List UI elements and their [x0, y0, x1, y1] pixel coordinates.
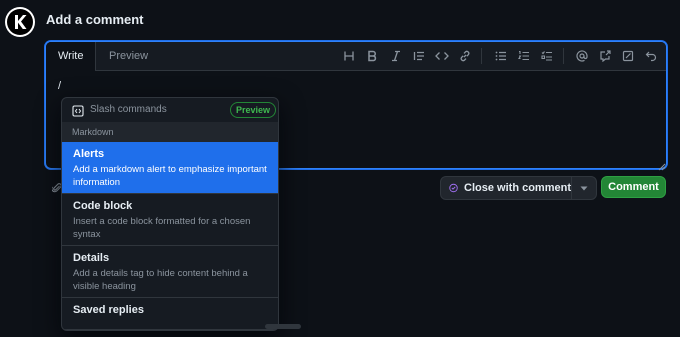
close-options-dropdown[interactable]: [572, 177, 596, 199]
comment-button[interactable]: Comment: [601, 176, 666, 198]
menu-item-alerts[interactable]: Alerts Add a markdown alert to emphasize…: [62, 142, 278, 194]
resize-handle[interactable]: [658, 158, 666, 171]
menu-item-description: Add a markdown alert to emphasize import…: [73, 164, 267, 188]
avatar[interactable]: [5, 7, 35, 37]
editor-text: /: [58, 80, 62, 92]
ordered-list-icon[interactable]: [516, 48, 532, 64]
mention-icon[interactable]: [574, 48, 590, 64]
avatar-logo: [7, 9, 33, 35]
editor-header: Write Preview: [46, 42, 666, 71]
close-with-comment-button[interactable]: Close with comment: [441, 177, 572, 199]
unordered-list-icon[interactable]: [493, 48, 509, 64]
menu-item-description: Add a details tag to hide content behind…: [73, 268, 248, 292]
menu-item-saved-replies[interactable]: Saved replies: [62, 298, 278, 330]
slash-commands-menu: Slash commands Preview Markdown Alerts A…: [61, 97, 279, 331]
task-list-icon[interactable]: [539, 48, 555, 64]
section-heading: Markdown: [62, 122, 278, 142]
menu-item-details[interactable]: Details Add a details tag to hide conten…: [62, 246, 278, 298]
comment-composer: Add a comment Write Preview / Close with…: [0, 0, 680, 337]
slash-commands-header: Slash commands Preview: [62, 98, 278, 122]
link-icon[interactable]: [457, 48, 473, 64]
italic-icon[interactable]: [388, 48, 404, 64]
quote-icon[interactable]: [411, 48, 427, 64]
menu-item-name: Saved replies: [73, 304, 144, 316]
close-with-comment-button-group: Close with comment: [440, 176, 597, 200]
tab-preview[interactable]: Preview: [97, 42, 160, 70]
menu-item-description: Insert a code block formatted for a chos…: [73, 216, 251, 240]
code-square-icon: [72, 104, 84, 117]
heading-icon[interactable]: [341, 48, 357, 64]
close-with-comment-label: Close with comment: [464, 182, 571, 194]
kiro-logo-icon: [15, 15, 27, 29]
menu-item-name: Code block: [73, 200, 133, 212]
code-icon[interactable]: [434, 48, 450, 64]
toolbar-divider: [481, 48, 482, 64]
triangle-down-icon: [580, 186, 588, 190]
issue-closed-icon: [449, 183, 458, 193]
toolbar-divider: [563, 48, 564, 64]
tab-write[interactable]: Write: [46, 42, 97, 71]
reference-icon[interactable]: [597, 48, 613, 64]
page-title: Add a comment: [46, 12, 144, 27]
menu-scrollbar[interactable]: [265, 324, 301, 329]
preview-badge: Preview: [230, 102, 277, 118]
slash-commands-title: Slash commands: [90, 104, 167, 115]
menu-item-name: Alerts: [73, 148, 105, 160]
undo-icon[interactable]: [643, 48, 659, 64]
menu-item-code-block[interactable]: Code block Insert a code block formatted…: [62, 194, 278, 246]
menu-item-name: Details: [73, 252, 110, 264]
saved-reply-icon[interactable]: [620, 48, 636, 64]
bold-icon[interactable]: [364, 48, 380, 64]
